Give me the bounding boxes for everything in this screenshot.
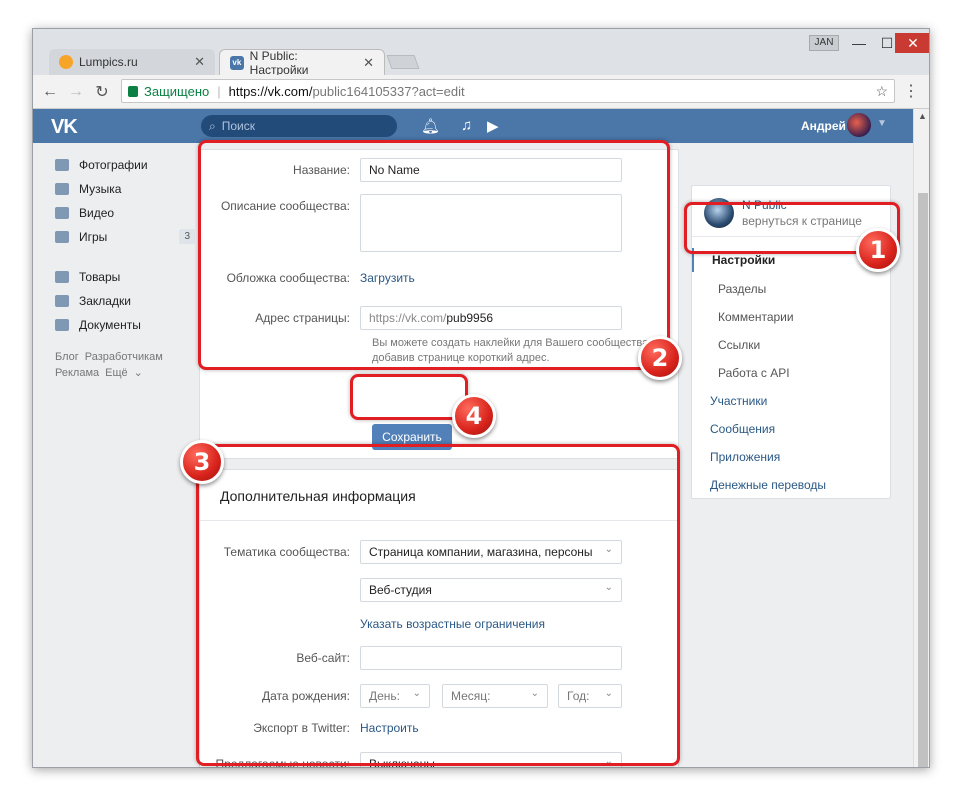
gamepad-icon [55, 231, 69, 243]
nav-item-bookmarks[interactable]: Закладки [55, 289, 195, 313]
chevron-down-icon[interactable]: ⌄ [134, 367, 143, 379]
minimize-button[interactable]: — [845, 33, 873, 53]
address-separator: | [217, 83, 221, 99]
menu-item-money-transfers[interactable]: Денежные переводы [710, 478, 826, 492]
scroll-up-icon[interactable]: ▲ [918, 111, 927, 121]
profile-badge[interactable]: JAN [809, 35, 839, 51]
nav-item-video[interactable]: Видео [55, 201, 195, 225]
footer-link-blog[interactable]: Блог [55, 351, 79, 363]
bookmark-star-icon[interactable]: ☆ [875, 83, 888, 100]
address-bar[interactable]: Защищено | https://vk.com/public16410533… [121, 79, 895, 103]
step-badge-3: 3 [180, 440, 224, 484]
user-name[interactable]: Андрей [801, 119, 846, 133]
search-input[interactable]: ⌕ Поиск [201, 115, 397, 137]
nav-label: Видео [79, 206, 115, 220]
menu-item-apps[interactable]: Приложения [710, 450, 780, 464]
back-arrow-icon[interactable]: ← [37, 83, 63, 101]
search-placeholder: Поиск [221, 119, 255, 133]
scrollbar-thumb[interactable] [918, 193, 928, 767]
reload-icon[interactable]: ↻ [89, 82, 115, 102]
bag-icon [55, 271, 69, 283]
tab-lumpics[interactable]: Lumpics.ru ✕ [49, 49, 215, 75]
bell-icon[interactable]: 🔔︎ [421, 117, 440, 135]
left-nav: Фотографии Музыка Видео Игры 3 Товары Зак… [55, 153, 195, 381]
url-host: https://vk.com/ [228, 83, 313, 99]
nav-label: Музыка [79, 182, 122, 196]
chevron-down-icon[interactable]: ▼ [877, 118, 887, 129]
vk-header: VK ⌕ Поиск 🔔︎ ♫ ▶ Андрей ▼ [33, 109, 913, 143]
nav-label: Закладки [79, 294, 131, 308]
nav-label: Документы [79, 318, 141, 332]
tab-vk-settings[interactable]: vk N Public: Настройки ✕ [219, 48, 385, 77]
lock-icon [128, 85, 138, 97]
footer-link-ads[interactable]: Реклама [55, 367, 99, 379]
menu-item-comments[interactable]: Комментарии [718, 310, 794, 324]
camera-icon [55, 159, 69, 171]
nav-item-documents[interactable]: Документы [55, 313, 195, 337]
close-window-button[interactable]: ✕ [895, 33, 929, 53]
highlight-box-additional-info [196, 444, 680, 766]
step-badge-2: 2 [638, 336, 682, 380]
tab-title: N Public: Настройки [249, 48, 309, 77]
url-path: public164105337?act=edit [312, 83, 465, 99]
nav-item-music[interactable]: Музыка [55, 177, 195, 201]
nav-item-goods[interactable]: Товары [55, 265, 195, 289]
vk-favicon-icon: vk [230, 55, 244, 70]
footer-link-developers[interactable]: Разработчикам [85, 351, 163, 363]
games-count-badge: 3 [179, 229, 195, 244]
menu-item-links[interactable]: Ссылки [718, 338, 760, 352]
highlight-box-main-form [198, 140, 670, 370]
browser-toolbar: ← → ↻ Защищено | https://vk.com/public16… [33, 75, 929, 109]
forward-arrow-icon[interactable]: → [63, 83, 89, 101]
close-icon[interactable]: ✕ [194, 54, 205, 70]
music-icon [55, 183, 69, 195]
step-badge-4: 4 [452, 394, 496, 438]
menu-item-members[interactable]: Участники [710, 394, 767, 408]
avatar[interactable] [847, 113, 871, 137]
close-icon[interactable]: ✕ [363, 55, 374, 71]
title-bar: Lumpics.ru ✕ vk N Public: Настройки ✕ JA… [33, 29, 929, 77]
tab-title: Lumpics.ru [79, 55, 138, 69]
play-icon[interactable]: ▶ [487, 117, 499, 135]
search-icon: ⌕ [209, 118, 216, 133]
step-badge-1: 1 [856, 228, 900, 272]
nav-label: Фотографии [79, 158, 148, 172]
footer-link-more[interactable]: Ещё [105, 367, 128, 379]
music-note-icon[interactable]: ♫ [461, 117, 472, 134]
menu-item-messages[interactable]: Сообщения [710, 422, 775, 436]
star-icon [55, 295, 69, 307]
nav-item-photos[interactable]: Фотографии [55, 153, 195, 177]
page-scrollbar[interactable]: ▲ [913, 109, 929, 767]
nav-label: Товары [79, 270, 121, 284]
new-tab-button[interactable] [386, 55, 420, 69]
nav-label: Игры [79, 230, 108, 244]
document-icon [55, 319, 69, 331]
menu-item-api[interactable]: Работа с API [718, 366, 790, 380]
highlight-box-save [350, 374, 468, 420]
vk-logo[interactable]: VK [51, 116, 78, 139]
nav-item-games[interactable]: Игры 3 [55, 225, 195, 249]
left-footer: Блог Разработчикам Реклама Ещё ⌄ [55, 349, 195, 381]
film-icon [55, 207, 69, 219]
lumpics-favicon-icon [59, 55, 73, 69]
secure-label: Защищено [144, 83, 210, 99]
menu-item-sections[interactable]: Разделы [718, 282, 766, 296]
browser-menu-icon[interactable]: ⋮ [903, 81, 919, 101]
